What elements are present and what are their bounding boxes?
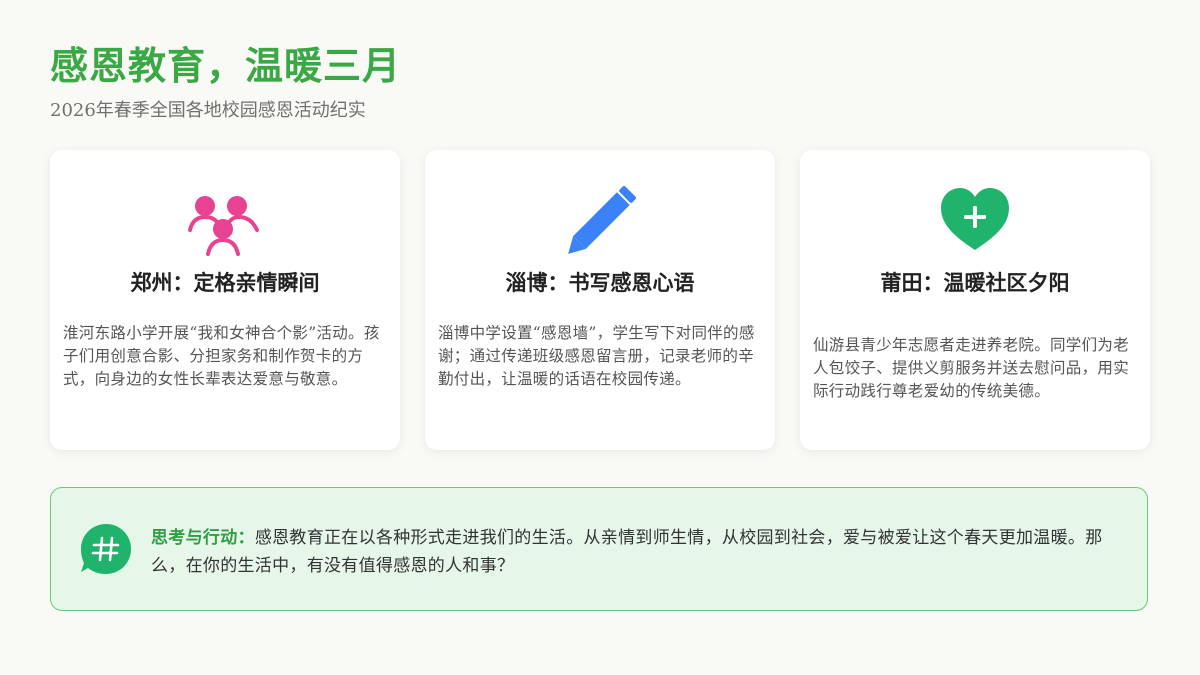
card-text: 淮河东路小学开展“我和女神合个影”活动。孩子们用创意合影、分担家务和制作贺卡的方… [63,324,380,388]
card-title: 莆田：温暖社区夕阳 [880,270,1070,295]
page-title: 感恩教育，温暖三月 [50,43,402,88]
callout-body: 感恩教育正在以各种形式走进我们的生活。从亲情到师生情，从校园到社会，爱与被爱让这… [151,528,1103,576]
callout-text: 思考与行动：感恩教育正在以各种形式走进我们的生活。从亲情到师生情，从校园到社会，… [151,524,1113,580]
card-text: 淄博中学设置“感恩墙”，学生写下对同伴的感谢；通过传递班级感恩留言册，记录老师的… [438,324,755,388]
callout-label: 思考与行动： [151,528,255,548]
card-title: 淄博：书写感恩心语 [505,270,695,295]
page-subtitle: 2026年春季全国各地校园感恩活动纪实 [50,100,366,121]
hashtag-chat-icon [81,524,131,574]
card-text: 仙游县青少年志愿者走进养老院。同学们为老人包饺子、提供义剪服务并送去慰问品，用实… [813,336,1130,400]
card-putian: 莆田：温暖社区夕阳 仙游县青少年志愿者走进养老院。同学们为老人包饺子、提供义剪服… [800,150,1150,450]
people-group-icon [188,196,259,256]
heart-plus-icon [941,188,1009,250]
card-title: 郑州：定格亲情瞬间 [130,270,320,295]
card-zibo: 淄博：书写感恩心语 淄博中学设置“感恩墙”，学生写下对同伴的感谢；通过传递班级感… [425,150,775,450]
reflection-callout: 思考与行动：感恩教育正在以各种形式走进我们的生活。从亲情到师生情，从校园到社会，… [50,487,1148,611]
card-zhengzhou: 郑州：定格亲情瞬间 淮河东路小学开展“我和女神合个影”活动。孩子们用创意合影、分… [50,150,400,450]
pencil-icon [568,186,636,254]
